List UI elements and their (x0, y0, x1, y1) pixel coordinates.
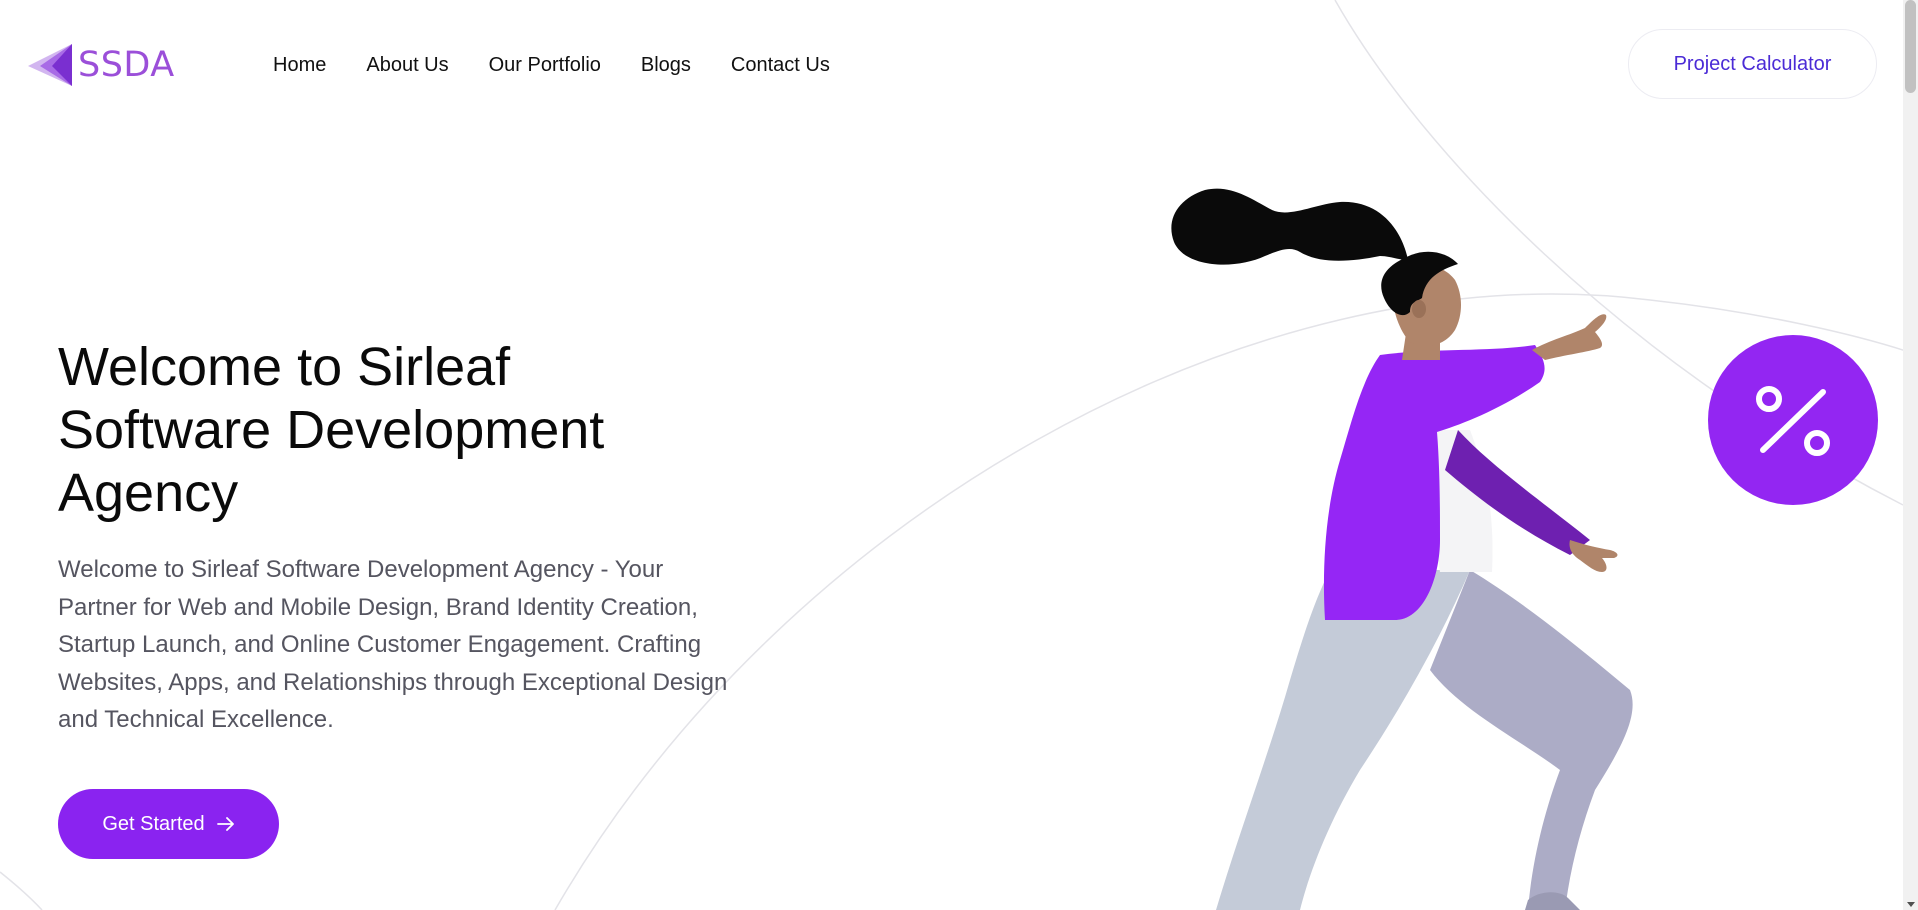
front-hand (1532, 314, 1607, 360)
logo-text: SSDA (78, 44, 175, 85)
nav-about-us[interactable]: About Us (366, 52, 448, 78)
pants-front-leg (1216, 570, 1470, 910)
page-scrollbar[interactable] (1903, 0, 1918, 910)
main-nav: Home About Us Our Portfolio Blogs Contac… (273, 52, 870, 78)
hero-title: Welcome to Sirleaf Software Development … (58, 337, 605, 523)
get-started-button[interactable]: Get Started (58, 789, 279, 859)
percent-badge (1708, 335, 1878, 505)
ssda-logo-icon (28, 44, 72, 86)
back-hand (1569, 540, 1618, 572)
page: SSDA Home About Us Our Portfolio Blogs C… (0, 0, 1918, 910)
scroll-down-arrow-icon[interactable] (1907, 902, 1915, 907)
site-header: SSDA Home About Us Our Portfolio Blogs C… (0, 0, 1900, 130)
nav-contact-us[interactable]: Contact Us (731, 52, 830, 78)
nav-blogs[interactable]: Blogs (641, 52, 691, 78)
ponytail (1171, 188, 1408, 265)
get-started-label: Get Started (102, 812, 205, 835)
project-calculator-button[interactable]: Project Calculator (1628, 29, 1877, 99)
nav-our-portfolio[interactable]: Our Portfolio (489, 52, 601, 78)
nav-home[interactable]: Home (273, 52, 326, 78)
ear (1412, 300, 1426, 318)
logo-link[interactable]: SSDA (26, 40, 175, 90)
pants-back-leg (1430, 570, 1633, 910)
scrollbar-thumb[interactable] (1905, 0, 1916, 93)
hero-illustration (1171, 188, 1878, 910)
hero-description: Welcome to Sirleaf Software Development … (58, 556, 728, 733)
arrow-right-icon (216, 817, 234, 831)
